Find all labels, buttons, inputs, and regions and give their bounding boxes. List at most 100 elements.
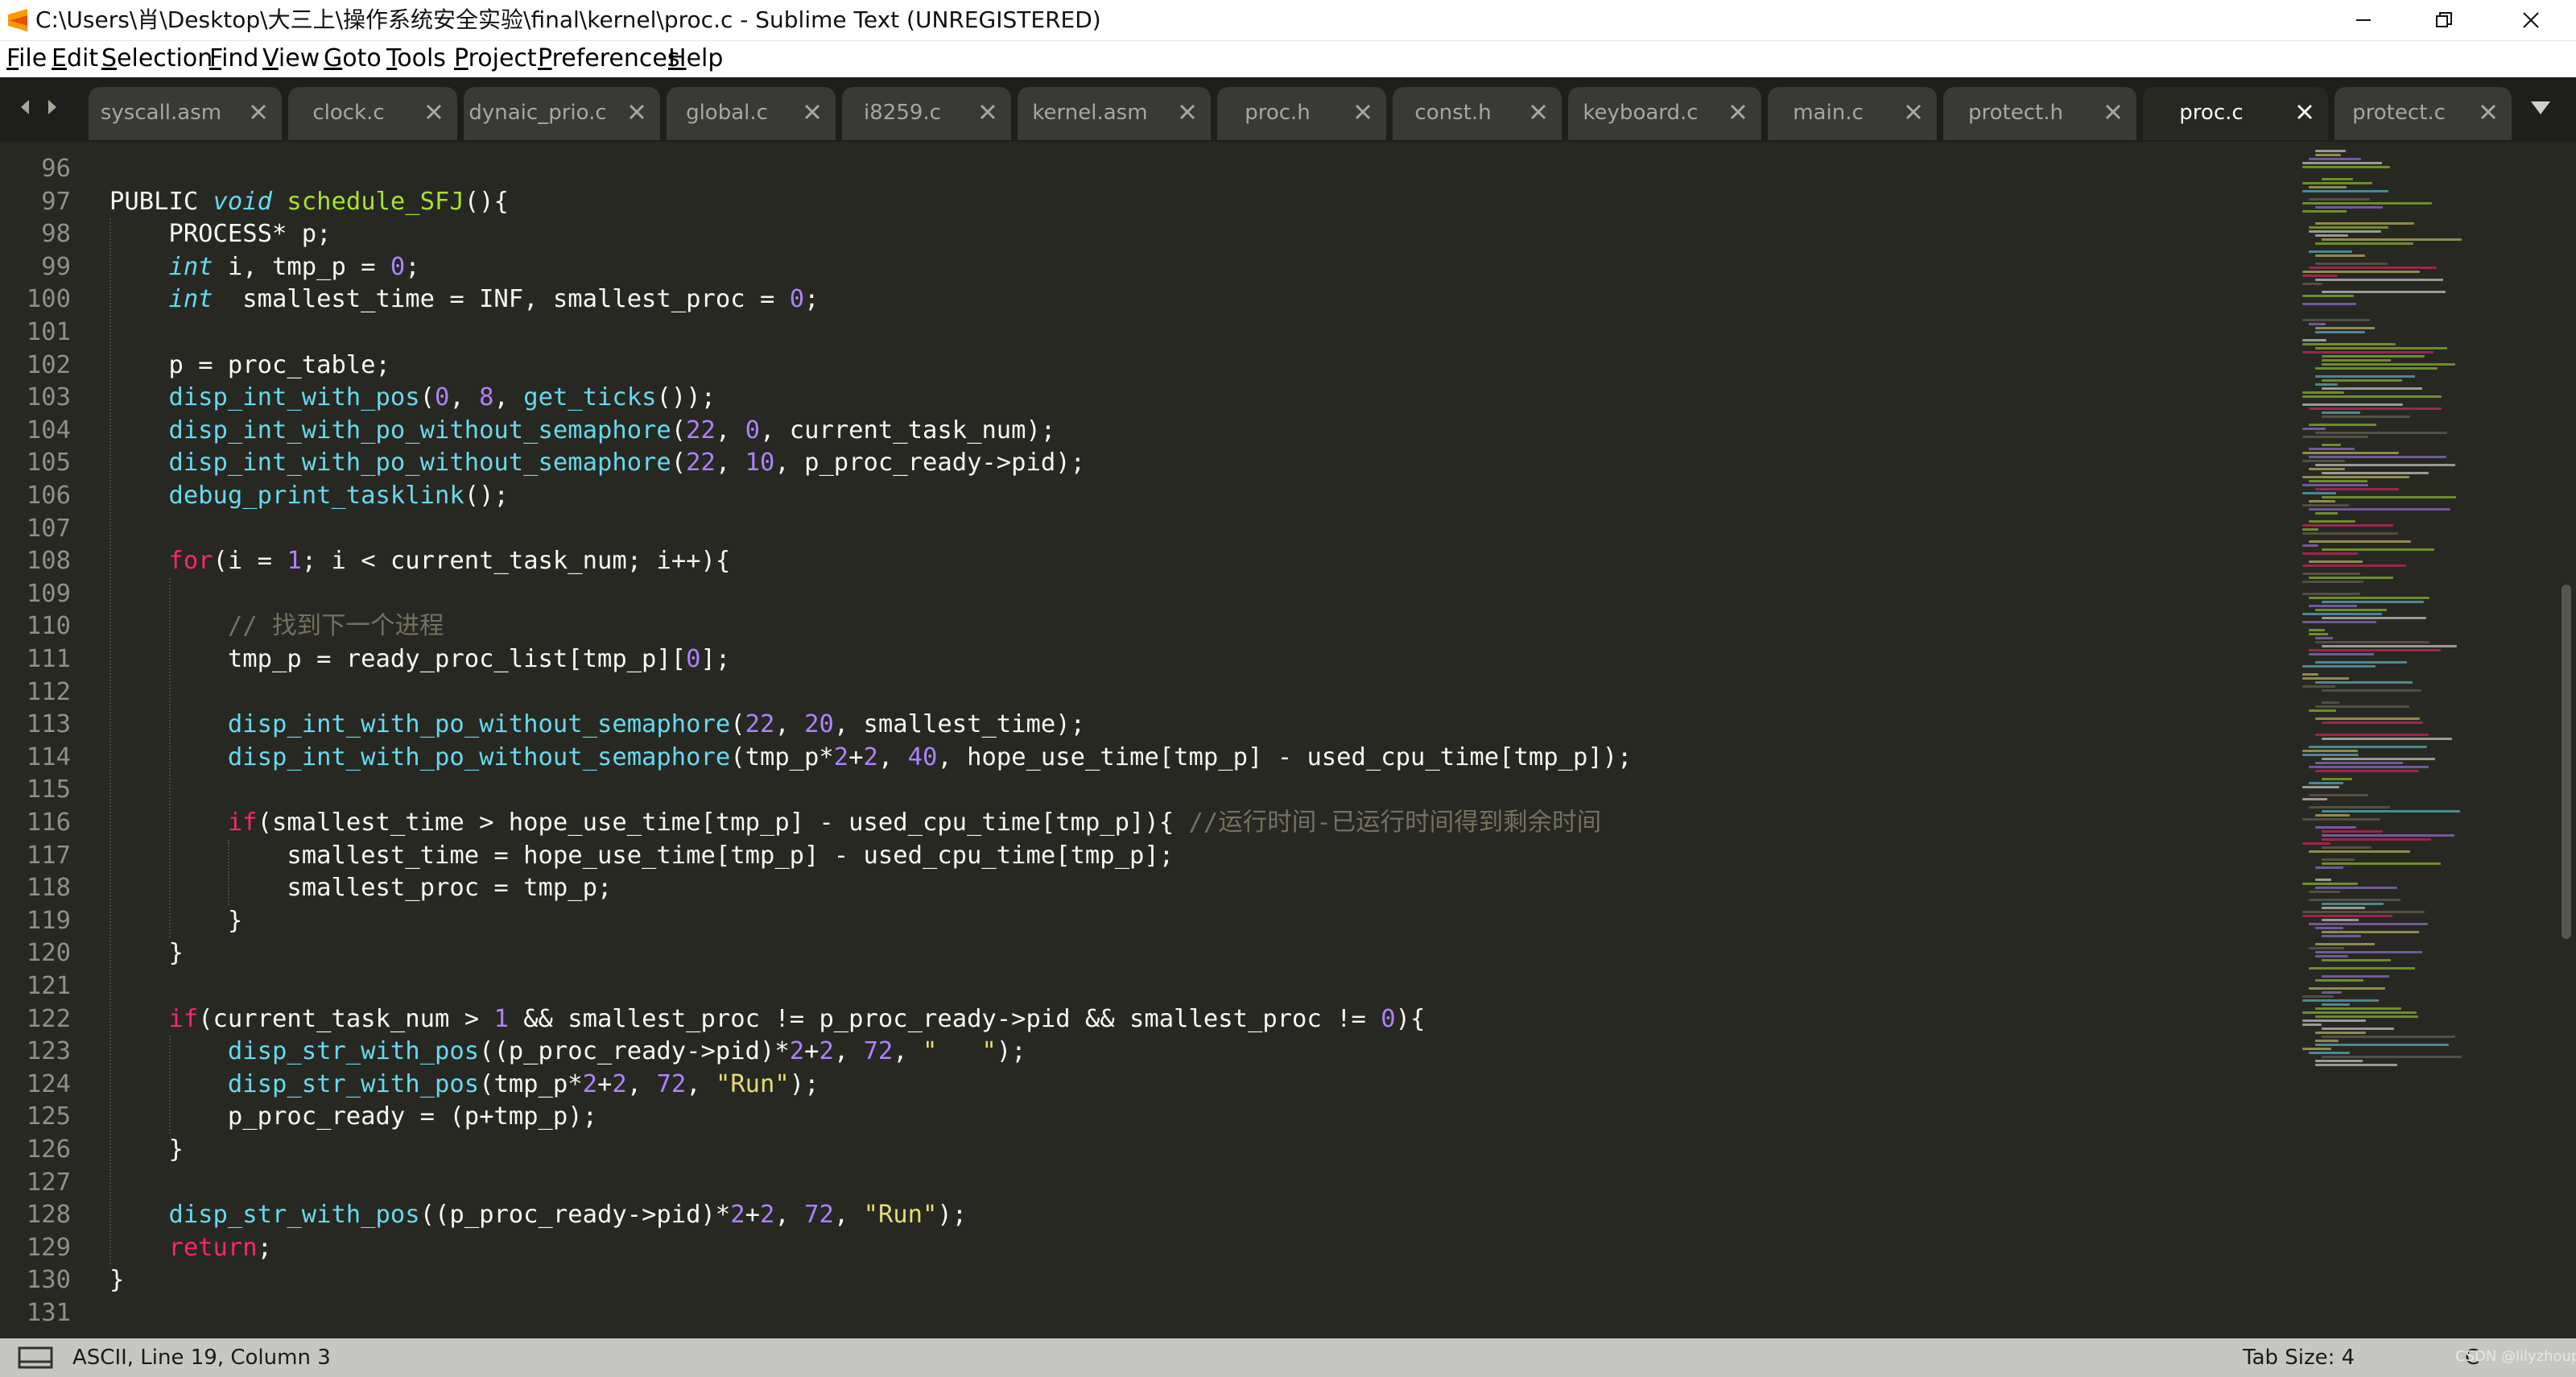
restore-button[interactable] — [2404, 0, 2484, 40]
minimap-line — [2309, 267, 2437, 269]
menu-selection[interactable]: Selection — [101, 45, 213, 72]
minimap[interactable] — [2293, 142, 2558, 1338]
menu-goto[interactable]: Goto — [324, 45, 382, 72]
minimap-line — [2315, 154, 2341, 156]
tab-close-icon[interactable] — [1729, 103, 1747, 121]
code-line[interactable]: } — [109, 1264, 124, 1297]
tab-close-icon[interactable] — [1530, 103, 1547, 121]
code-token: (tmp_p* — [730, 742, 834, 771]
menu-edit[interactable]: Edit — [52, 45, 98, 72]
tab-close-icon[interactable] — [1354, 103, 1372, 121]
tab-protect-h[interactable]: protect.h — [1943, 87, 2136, 140]
tab-close-icon[interactable] — [1905, 103, 1922, 121]
tab-close-icon[interactable] — [628, 103, 646, 121]
tab-close-icon[interactable] — [2104, 103, 2122, 121]
minimize-button[interactable] — [2323, 0, 2404, 40]
minimap-line — [2315, 641, 2429, 643]
code-line[interactable]: } — [109, 937, 183, 970]
code-line[interactable]: for(i = 1; i < current_task_num; i++){ — [109, 545, 730, 578]
code-line[interactable]: PUBLIC void schedule_SFJ(){ — [109, 186, 509, 219]
tab-const-h[interactable]: const.h — [1393, 87, 1562, 140]
code-line[interactable]: PROCESS* p; — [109, 218, 331, 251]
tab-close-icon[interactable] — [2479, 103, 2497, 121]
code-line[interactable]: int smallest_time = INF, smallest_proc =… — [109, 283, 819, 316]
minimap-line — [2309, 899, 2401, 901]
code-line[interactable]: int i, tmp_p = 0; — [109, 251, 419, 284]
tab-close-icon[interactable] — [803, 103, 821, 121]
line-number: 117 — [26, 841, 71, 870]
tab-label: const.h — [1414, 101, 1492, 125]
tab-kernel-asm[interactable]: kernel.asm — [1018, 87, 1211, 140]
menu-project[interactable]: Project — [454, 45, 537, 72]
minimap-line — [2315, 681, 2413, 684]
menu-file[interactable]: File — [6, 45, 47, 72]
code-line[interactable]: // 找到下一个进程 — [109, 610, 444, 643]
tab-dynaic-prio-c[interactable]: dynaic_prio.c — [464, 87, 660, 140]
menu-preferences[interactable]: Preferences — [538, 45, 679, 72]
code-line[interactable]: disp_str_with_pos((p_proc_ready->pid)*2+… — [109, 1036, 1026, 1069]
minimap-line — [2302, 581, 2363, 583]
panel-toggle-icon[interactable] — [18, 1346, 53, 1369]
code-line[interactable]: disp_int_with_pos(0, 8, get_ticks()); — [109, 382, 715, 415]
tab-list-dropdown-icon[interactable] — [2524, 95, 2557, 119]
code-line[interactable]: p_proc_ready = (p+tmp_p); — [109, 1101, 597, 1134]
code-token: , smallest_time); — [833, 710, 1085, 739]
code-line[interactable]: if(smallest_time > hope_use_time[tmp_p] … — [109, 807, 1601, 840]
tab-scroll-left-icon[interactable] — [21, 100, 29, 114]
minimap-line — [2302, 999, 2379, 1002]
code-line[interactable]: disp_str_with_pos(tmp_p*2+2, 72, "Run"); — [109, 1069, 819, 1102]
tab-close-icon[interactable] — [425, 103, 443, 121]
scrollbar-thumb[interactable] — [2562, 585, 2571, 939]
code-line[interactable]: disp_int_with_po_without_semaphore(22, 0… — [109, 415, 1055, 448]
tab-keyboard-c[interactable]: keyboard.c — [1568, 87, 1761, 140]
tab-clock-c[interactable]: clock.c — [288, 87, 457, 140]
menu-view[interactable]: View — [262, 45, 320, 72]
tab-i8259-c[interactable]: i8259.c — [842, 87, 1011, 140]
minimap-line — [2302, 750, 2358, 752]
code-line[interactable]: disp_int_with_po_without_semaphore(tmp_p… — [109, 742, 1633, 775]
code-line[interactable]: return; — [109, 1232, 272, 1265]
minimap-line — [2302, 452, 2399, 454]
code-token: disp_int_with_po_without_semaphore — [227, 710, 731, 739]
tab-scroll-right-icon[interactable] — [48, 100, 56, 114]
minimap-line — [2309, 923, 2428, 925]
tab-close-icon[interactable] — [250, 103, 267, 121]
code-token: disp_str_with_pos — [168, 1201, 420, 1230]
minimap-line — [2315, 887, 2397, 889]
minimap-line — [2309, 540, 2411, 543]
tab-syscall-asm[interactable]: syscall.asm — [89, 87, 282, 140]
close-window-button[interactable] — [2491, 0, 2571, 40]
minimap-line — [2302, 524, 2393, 527]
vertical-scrollbar[interactable] — [2557, 142, 2576, 1338]
tab-size-status[interactable]: Tab Size: 4 — [2243, 1344, 2355, 1371]
menu-help[interactable]: Help — [668, 45, 723, 72]
tab-proc-h[interactable]: proc.h — [1217, 87, 1386, 140]
menu-tools[interactable]: Tools — [386, 45, 446, 72]
code-line[interactable]: disp_int_with_po_without_semaphore(22, 1… — [109, 447, 1085, 480]
tab-close-icon[interactable] — [1179, 103, 1196, 121]
code-line[interactable]: smallest_proc = tmp_p; — [109, 872, 612, 905]
code-line[interactable]: } — [109, 1134, 183, 1167]
tab-global-c[interactable]: global.c — [667, 87, 836, 140]
menu-find[interactable]: Find — [209, 45, 258, 72]
tab-proc-c[interactable]: proc.c — [2143, 87, 2328, 140]
tab-main-c[interactable]: main.c — [1768, 87, 1937, 140]
minimap-line — [2322, 830, 2383, 833]
tab-close-icon[interactable] — [979, 103, 997, 121]
code-line[interactable]: } — [109, 905, 242, 938]
code-token: "Run" — [715, 1069, 790, 1098]
code-line[interactable]: debug_print_tasklink(); — [109, 480, 508, 513]
code-line[interactable]: disp_int_with_po_without_semaphore(22, 2… — [109, 709, 1085, 742]
minimap-line — [2322, 862, 2441, 865]
code-line[interactable]: p = proc_table; — [109, 349, 390, 382]
minimap-line — [2309, 766, 2429, 768]
code-line[interactable]: disp_str_with_pos((p_proc_ready->pid)*2+… — [109, 1199, 967, 1232]
code-line[interactable]: tmp_p = ready_proc_list[tmp_p][0]; — [109, 643, 730, 676]
code-editor[interactable]: 96 97 98 99 100 101 102 103 104 105 106 107 108 109 11… — [0, 142, 2576, 1338]
tab-protect-c[interactable]: protect.c — [2334, 87, 2512, 140]
code-line[interactable]: if(current_task_num > 1 && smallest_proc… — [109, 1003, 1425, 1036]
tab-close-icon[interactable] — [2296, 103, 2314, 121]
code-line[interactable]: smallest_time = hope_use_time[tmp_p] - u… — [109, 840, 1174, 873]
line-number: 106 — [26, 482, 71, 510]
